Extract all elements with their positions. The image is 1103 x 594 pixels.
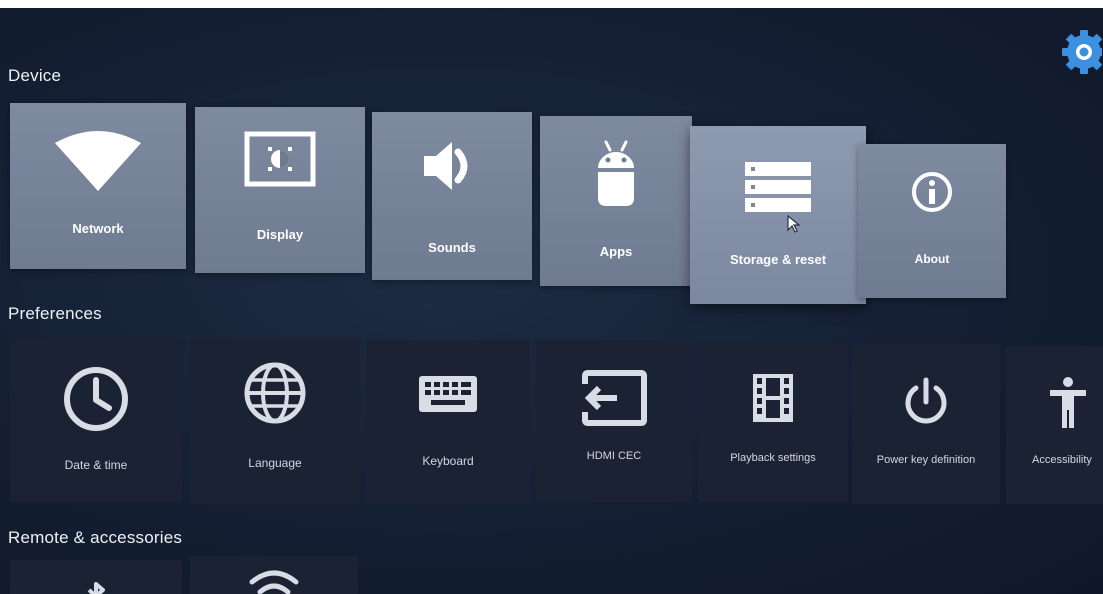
info-icon [912,172,952,212]
tile-label: Language [248,456,302,470]
power-icon [905,377,947,424]
clock-icon [64,367,128,431]
settings-gear-icon[interactable] [1062,28,1102,78]
tv-settings-screen: Device Preferences Remote & accessories … [0,0,1103,594]
tile-label: Keyboard [422,454,474,468]
tile-network[interactable]: Network [10,103,186,269]
tile-storage-reset[interactable]: Storage & reset [690,126,866,304]
keyboard-icon [419,376,477,412]
film-icon [753,374,793,422]
wifi-icon [55,131,141,191]
section-title-device: Device [8,66,62,85]
tile-playback-settings[interactable]: Playback settings [698,342,848,502]
section-title-remote: Remote & accessories [8,528,183,547]
mouse-cursor-icon [787,214,800,233]
globe-icon [244,362,306,424]
tile-date-time[interactable]: Date & time [10,338,182,502]
wifi-signal-icon [249,570,299,594]
tile-display[interactable]: Display [195,107,365,273]
tile-about[interactable]: About [858,144,1006,298]
tile-label: Network [72,221,124,236]
tile-power-key-definition[interactable]: Power key definition [852,344,1000,504]
tile-label: HDMI CEC [586,450,642,462]
speaker-icon [424,142,468,190]
tile-hdmi-cec[interactable]: HDMI CEC [536,340,692,502]
tile-label: Apps [599,244,633,259]
tile-apps[interactable]: Apps [540,116,692,286]
tile-label: Playback settings [730,452,816,464]
storage-icon [745,162,811,212]
tile-label: Storage & reset [729,252,827,267]
android-icon [598,140,634,206]
tile-sounds[interactable]: Sounds [372,112,532,280]
tile-label: Display [256,227,304,242]
tile-remote-network[interactable] [190,556,358,594]
accessibility-icon [1050,377,1086,428]
tile-label: Accessibility [1032,454,1092,466]
tile-label: Sounds [428,240,476,255]
section-title-preferences: Preferences [8,304,102,323]
tile-remote-bluetooth[interactable] [10,560,182,594]
tile-label: Power key definition [876,454,976,466]
tile-keyboard[interactable]: Keyboard [366,340,530,504]
tile-accessibility[interactable]: Accessibility [1006,346,1103,504]
display-icon [244,131,316,187]
tile-label: About [914,252,950,266]
bluetooth-icon [87,582,105,594]
tile-language[interactable]: Language [190,338,360,504]
tile-label: Date & time [64,458,128,472]
input-icon [582,370,647,426]
